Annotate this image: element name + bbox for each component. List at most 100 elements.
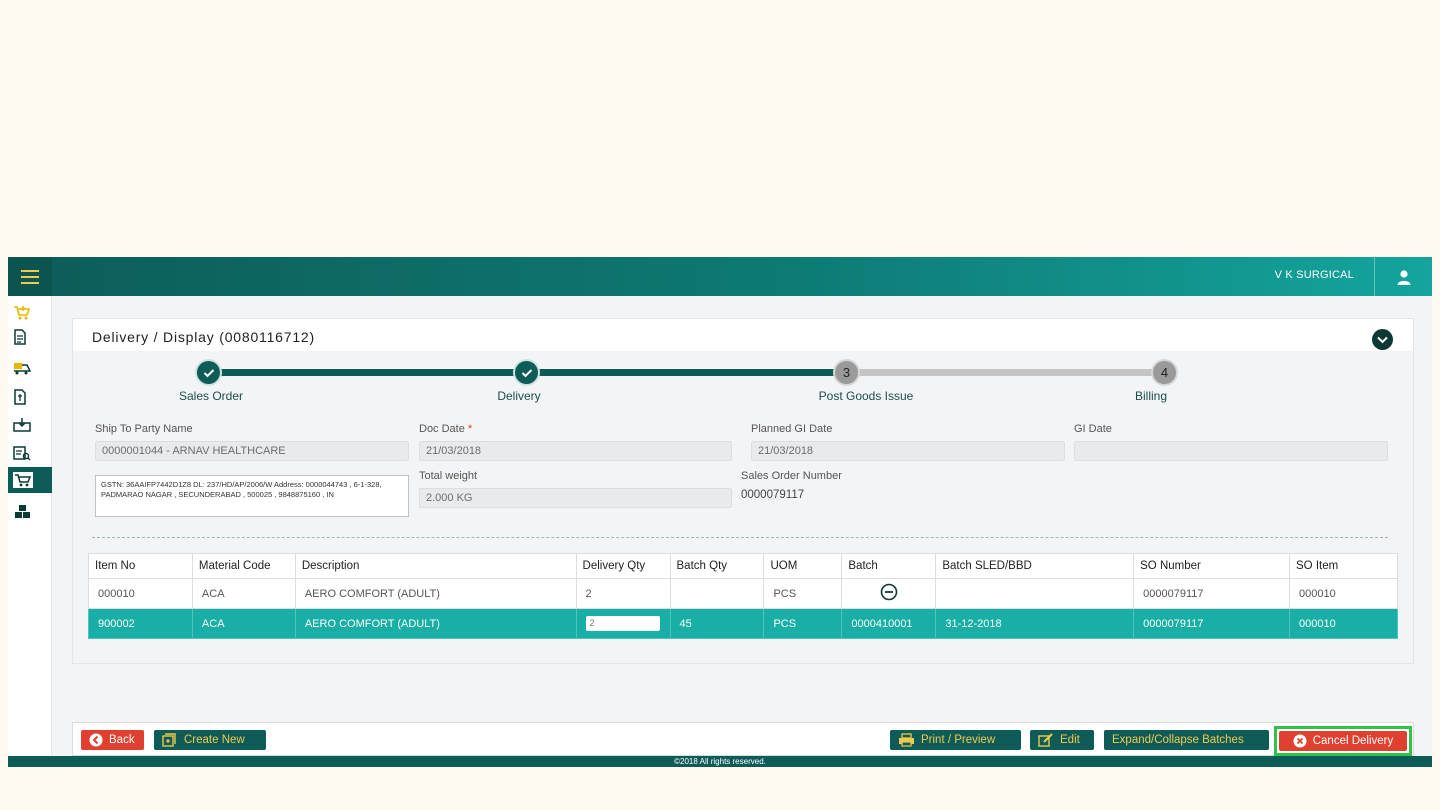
table-row[interactable]: 000010 ACA AERO COMFORT (ADULT) 2 PCS 00…: [88, 578, 1398, 609]
cell-so-number: 0000079117: [1133, 608, 1291, 639]
create-new-label: Create New: [184, 734, 245, 746]
edit-button[interactable]: Edit: [1030, 730, 1094, 750]
cell-batch-qty: 45: [669, 608, 765, 639]
edit-label: Edit: [1060, 734, 1080, 746]
ship-to-label: Ship To Party Name: [95, 423, 193, 435]
delivery-card: Delivery / Display (0080116712) Sales Or…: [72, 318, 1414, 664]
cell-batch-qty: [669, 578, 765, 609]
step-delivery-label: Delivery: [497, 389, 541, 403]
cell-description: AERO COMFORT (ADULT): [294, 578, 577, 609]
cancel-delivery-highlight: Cancel Delivery: [1274, 726, 1412, 756]
step-pgi-circle: 3: [833, 359, 860, 386]
collapse-button[interactable]: [1372, 329, 1393, 350]
sidebar-item-delivery[interactable]: [8, 354, 52, 380]
expand-collapse-batches-button[interactable]: Expand/Collapse Batches: [1104, 730, 1269, 750]
step-line-3: [847, 369, 1165, 376]
cell-batch: [841, 578, 937, 609]
step-billing-circle: 4: [1151, 359, 1178, 386]
gi-date-field[interactable]: [1074, 441, 1388, 461]
cell-batch-sled: 31-12-2018: [935, 608, 1135, 639]
col-uom[interactable]: UOM: [763, 553, 843, 579]
delivery-qty-input[interactable]: 2: [585, 616, 660, 631]
sales-order-number-label: Sales Order Number: [741, 470, 842, 482]
cell-material-code: ACA: [191, 608, 296, 639]
col-batch-qty[interactable]: Batch Qty: [669, 553, 765, 579]
total-weight-label: Total weight: [419, 470, 478, 482]
col-so-item[interactable]: SO Item: [1289, 553, 1398, 579]
col-material-code[interactable]: Material Code: [191, 553, 296, 579]
cart-icon: [13, 472, 33, 488]
boxes-icon: [15, 505, 30, 518]
sidebar-item-documents[interactable]: [8, 324, 52, 350]
sidebar-item-inventory[interactable]: [8, 499, 52, 525]
doc-date-label: Doc Date *: [419, 423, 473, 435]
user-menu-button[interactable]: [1374, 257, 1432, 296]
check-icon: [203, 368, 214, 377]
section-divider: [92, 537, 1388, 538]
gi-date-label: GI Date: [1074, 423, 1112, 435]
expand-collapse-label: Expand/Collapse Batches: [1112, 734, 1244, 746]
page-title: Delivery / Display (0080116712): [92, 329, 315, 345]
col-delivery-qty[interactable]: Delivery Qty: [575, 553, 671, 579]
col-item-no[interactable]: Item No: [88, 553, 193, 579]
print-preview-label: Print / Preview: [921, 734, 996, 746]
cell-description: AERO COMFORT (ADULT): [294, 608, 577, 639]
ship-to-field[interactable]: 0000001044 - ARNAV HEALTHCARE: [95, 441, 409, 461]
required-marker: *: [467, 423, 473, 435]
collapse-batch-icon[interactable]: [880, 583, 898, 601]
sidebar-item-reports[interactable]: [8, 440, 52, 466]
col-so-number[interactable]: SO Number: [1133, 553, 1291, 579]
planned-gi-date-field[interactable]: 21/03/2018: [751, 441, 1065, 461]
company-name: V K SURGICAL: [1274, 269, 1354, 281]
chevron-down-icon: [1377, 336, 1388, 343]
menu-toggle-button[interactable]: [8, 257, 52, 296]
box-arrow-icon: [13, 418, 31, 432]
step-line-1: [209, 369, 527, 376]
cell-so-item: 000010: [1289, 578, 1398, 609]
doc-date-field[interactable]: 21/03/2018: [419, 441, 732, 461]
cancel-icon: [1293, 734, 1307, 748]
cell-uom: PCS: [763, 608, 843, 639]
top-bar: V K SURGICAL: [8, 257, 1432, 296]
back-button[interactable]: Back: [81, 730, 144, 750]
back-arrow-icon: [89, 733, 103, 747]
table-header-row: Item No Material Code Description Delive…: [88, 553, 1398, 579]
total-weight-field[interactable]: 2.000 KG: [419, 488, 732, 508]
cell-delivery-qty: 2: [575, 578, 671, 609]
sidebar-item-cart-active[interactable]: [8, 467, 52, 493]
printer-icon: [899, 733, 914, 747]
cell-batch: 0000410001: [841, 608, 937, 639]
edit-icon: [1038, 733, 1053, 747]
cell-item-no: 900002: [88, 608, 193, 639]
cancel-delivery-button[interactable]: Cancel Delivery: [1279, 731, 1407, 751]
items-table: Item No Material Code Description Delive…: [88, 553, 1398, 639]
step-sales-order-label: Sales Order: [178, 389, 244, 403]
progress-stepper: Sales Order Delivery 3 Post Goods Issue …: [73, 351, 1413, 411]
cell-item-no: 000010: [88, 578, 193, 609]
report-search-icon: [13, 446, 31, 461]
sidebar-item-sales-order[interactable]: [8, 300, 52, 326]
sidebar-item-inbound[interactable]: [8, 412, 52, 438]
col-batch-sled[interactable]: Batch SLED/BBD: [935, 553, 1135, 579]
sidebar: [8, 296, 52, 756]
cell-uom: PCS: [763, 578, 843, 609]
print-preview-button[interactable]: Print / Preview: [890, 730, 1021, 750]
cell-material-code: ACA: [191, 578, 296, 609]
cell-batch-sled: [935, 578, 1135, 609]
sidebar-item-invoice[interactable]: [8, 384, 52, 410]
check-icon: [521, 368, 532, 377]
col-batch[interactable]: Batch: [841, 553, 937, 579]
user-icon: [1397, 269, 1410, 285]
copyright-bar: ©2018 All rights reserved.: [8, 756, 1432, 767]
hamburger-icon: [21, 268, 39, 286]
sales-order-number-value: 0000079117: [741, 489, 805, 501]
table-row-selected[interactable]: 900002 ACA AERO COMFORT (ADULT) 2 45 PCS…: [88, 608, 1398, 639]
cell-so-number: 0000079117: [1133, 578, 1291, 609]
forklift-icon: [14, 363, 31, 375]
step-sales-order-circle: [195, 359, 222, 386]
action-bar: Back Create New Print / Preview Edit Exp…: [72, 722, 1414, 756]
col-description[interactable]: Description: [294, 553, 577, 579]
step-billing-label: Billing: [1134, 389, 1168, 403]
create-new-button[interactable]: Create New: [154, 730, 266, 750]
cell-delivery-qty: 2: [575, 608, 671, 639]
